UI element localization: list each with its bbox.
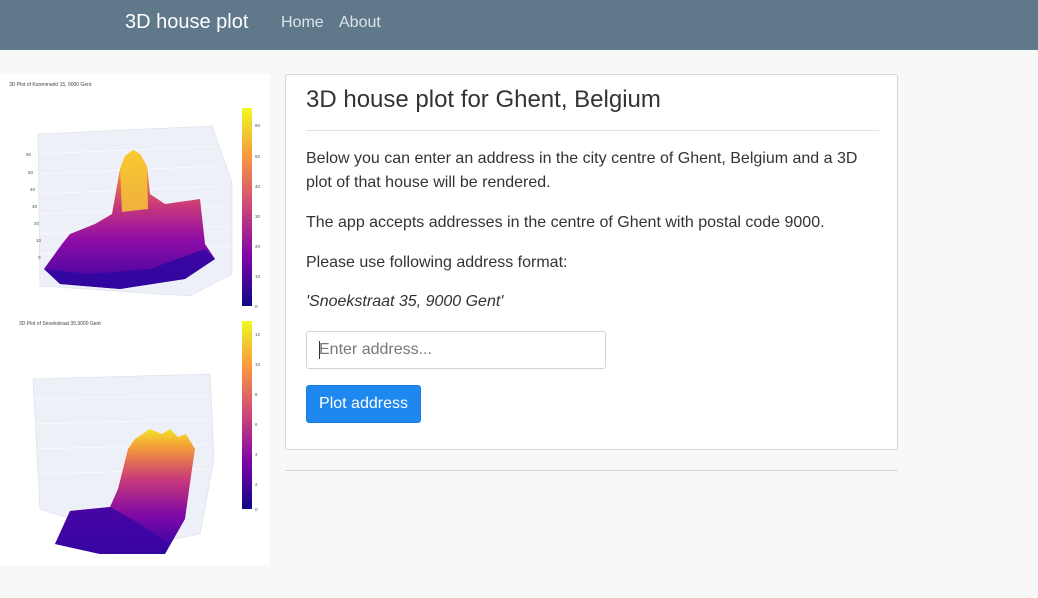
plot-2-surface-image: 12 10 8 6 4 2 0 xyxy=(32,321,261,554)
nav-home-link[interactable]: Home xyxy=(281,14,324,32)
address-input[interactable] xyxy=(306,331,606,369)
plot-1-surface-image: 60 50 40 30 20 10 0 60 50 40 30 20 10 0 xyxy=(26,108,261,309)
colorbar-tick: 12 xyxy=(255,332,261,337)
nav-about-link[interactable]: About xyxy=(339,14,381,32)
z-tick: 60 xyxy=(26,152,32,157)
example-plots-panel: 3D Plot of Korenmarkt 15, 9000 Gent 60 5… xyxy=(0,74,270,565)
colorbar-tick: 50 xyxy=(255,154,261,159)
z-tick: 30 xyxy=(32,204,38,209)
plot-2-colorbar xyxy=(242,321,252,509)
format-instruction: Please use following address format: xyxy=(306,254,568,271)
brand-link[interactable]: 3D house plot xyxy=(125,11,248,34)
colorbar-tick: 0 xyxy=(255,304,258,309)
content-divider xyxy=(285,470,898,471)
z-tick: 10 xyxy=(36,238,42,243)
address-card: 3D house plot for Ghent, Belgium Below y… xyxy=(285,74,898,450)
colorbar-tick: 10 xyxy=(255,274,261,279)
colorbar-tick: 4 xyxy=(255,452,258,457)
page-title: 3D house plot for Ghent, Belgium xyxy=(306,86,661,113)
postal-code-paragraph: The app accepts addresses in the centre … xyxy=(306,214,825,231)
colorbar-tick: 0 xyxy=(255,507,258,512)
plot-address-button[interactable]: Plot address xyxy=(306,385,421,423)
colorbar-tick: 30 xyxy=(255,214,261,219)
text-caret xyxy=(319,341,320,359)
colorbar-tick: 40 xyxy=(255,184,261,189)
format-example: 'Snoekstraat 35, 9000 Gent' xyxy=(306,293,504,310)
colorbar-tick: 6 xyxy=(255,422,258,427)
z-tick: 50 xyxy=(28,170,34,175)
navbar: 3D house plot Home About xyxy=(0,0,1038,50)
colorbar-tick: 10 xyxy=(255,362,261,367)
z-tick: 40 xyxy=(30,187,36,192)
colorbar-tick: 2 xyxy=(255,482,258,487)
colorbar-tick: 60 xyxy=(255,123,261,128)
title-divider xyxy=(306,130,879,131)
intro-paragraph: Below you can enter an address in the ci… xyxy=(306,150,858,191)
plot-1-colorbar xyxy=(242,108,252,306)
colorbar-tick: 8 xyxy=(255,392,258,397)
colorbar-tick: 20 xyxy=(255,244,261,249)
z-tick: 20 xyxy=(34,221,40,226)
